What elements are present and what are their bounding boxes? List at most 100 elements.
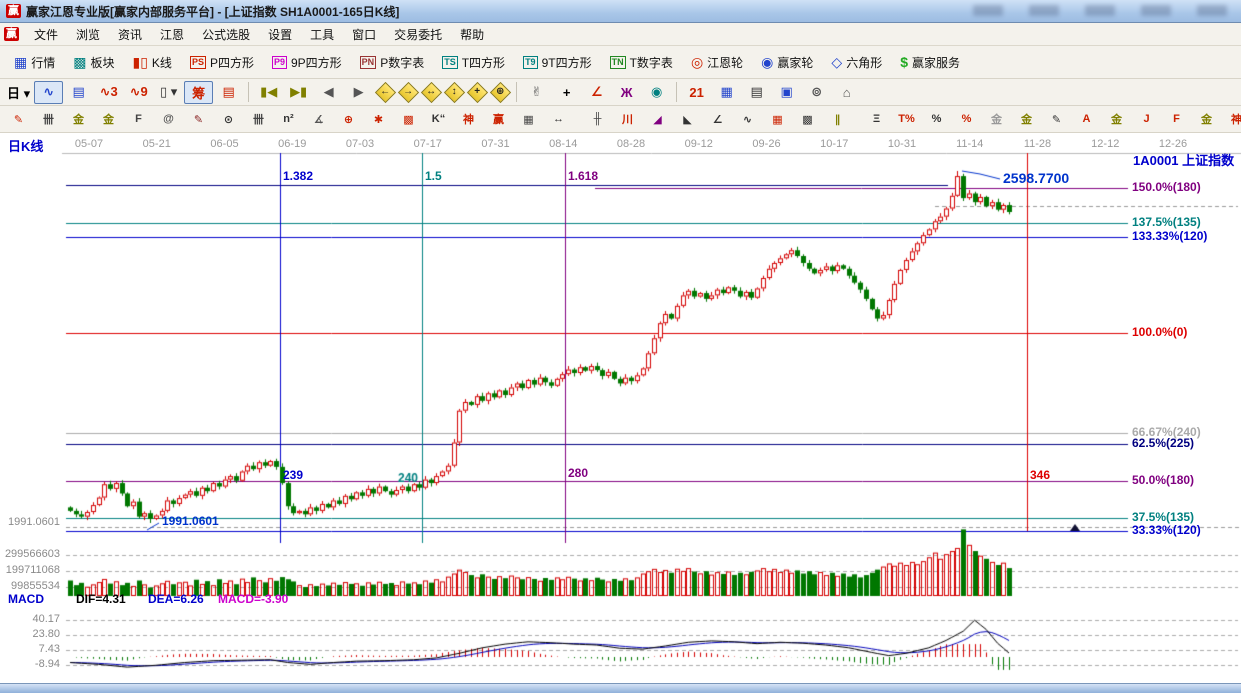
period-day-dropdown[interactable]: 日 ▾ [4, 81, 33, 104]
candle-pencil-tool[interactable]: ✎ [1042, 108, 1071, 131]
gold-angle-tool[interactable]: 金 [1192, 108, 1221, 131]
angle-measure-tool[interactable]: ∠ [582, 81, 611, 104]
t-percent-tool[interactable]: T% [892, 108, 921, 131]
fan-purple-tool[interactable]: ◢ [643, 108, 672, 131]
spiral-tool[interactable]: @ [154, 108, 183, 131]
grid-123-tool[interactable]: ▦ [514, 108, 543, 131]
menu-item-2[interactable]: 资讯 [109, 24, 151, 45]
volume-tick-0: 299566603 [0, 548, 60, 561]
span-arrow-tool[interactable]: ↔ [544, 108, 573, 131]
send-tool[interactable]: ⊚ [802, 81, 831, 104]
toolbar-item-winner-wheel[interactable]: ◉赢家轮 [753, 50, 821, 75]
calculator-tool[interactable]: ▦ [712, 81, 741, 104]
date-tick-09-26: 09-26 [752, 138, 780, 151]
zigzag-tool[interactable]: ∿ [34, 81, 63, 104]
menu-item-5[interactable]: 设置 [259, 24, 301, 45]
angle-lines-tool[interactable]: ∠ [703, 108, 732, 131]
comb2-tool[interactable]: 卌 [244, 108, 273, 131]
menu-item-3[interactable]: 江恩 [151, 24, 193, 45]
pencil-angle-tool[interactable]: ✎ [184, 108, 213, 131]
calendar-tool[interactable]: 21 [682, 81, 711, 104]
shen-grid-tool[interactable]: 神 [454, 108, 483, 131]
ladder-tool[interactable]: Ξ [862, 108, 891, 131]
pan-hand-tool[interactable]: ✌ [522, 81, 551, 104]
gann-level-label-33.33%(120): 33.33%(120) [1132, 524, 1201, 537]
smart-tool[interactable]: ◉ [642, 81, 671, 104]
toolbar-item-t-number-table[interactable]: TNT数字表 [602, 50, 681, 75]
toolbar-item-winner-service[interactable]: $赢家服务 [892, 50, 968, 75]
toolbar-item-sectors[interactable]: ▩板块 [65, 50, 122, 75]
grid-red-tool[interactable]: ▦ [763, 108, 792, 131]
ying-grid-tool[interactable]: 赢 [484, 108, 513, 131]
step-back[interactable]: ◀ [314, 81, 343, 104]
zoom-right-diamond[interactable]: → [397, 82, 419, 103]
chip-tool[interactable]: 筹 [184, 81, 213, 104]
toolbar-item-9t-square[interactable]: T99T四方形 [515, 50, 600, 75]
info-doc-tool[interactable]: ▤ [64, 81, 93, 104]
menu-item-7[interactable]: 窗口 [343, 24, 385, 45]
gold-circle-tool[interactable]: 金 [982, 108, 1011, 131]
menu-item-0[interactable]: 文件 [25, 24, 67, 45]
v-wave-tool[interactable]: ∿ [733, 108, 762, 131]
parallel-tool[interactable]: ∥ [823, 108, 852, 131]
k-quote-tool[interactable]: K“ [424, 108, 453, 131]
skip-to-end[interactable]: ▶▮ [284, 81, 313, 104]
menu-item-1[interactable]: 浏览 [67, 24, 109, 45]
gann-marker-tool[interactable]: Ж [612, 81, 641, 104]
fan-red-tool[interactable]: 川 [613, 108, 642, 131]
toolbar-item-kline[interactable]: ▮▯K线 [125, 50, 180, 75]
pencil-tool[interactable]: ✎ [4, 108, 33, 131]
notepad-tool[interactable]: ▤ [742, 81, 771, 104]
step-forward[interactable]: ▶ [344, 81, 373, 104]
zoom-left-diamond[interactable]: ← [374, 82, 396, 103]
percent-line-tool[interactable]: % [952, 108, 981, 131]
h-frame-tool[interactable]: ╫ [583, 108, 612, 131]
workstation-tool[interactable]: ⌂ [832, 81, 861, 104]
web-tool[interactable]: ✱ [364, 108, 393, 131]
wave-3-tool[interactable]: ∿3 [94, 81, 123, 104]
gold-line-tool[interactable]: 金 [1012, 108, 1041, 131]
grid-dark-tool[interactable]: ▩ [793, 108, 822, 131]
menu-item-6[interactable]: 工具 [301, 24, 343, 45]
toolbar-item-p-square[interactable]: PSP四方形 [182, 50, 262, 75]
toolbar-item-hexagon[interactable]: ◇六角形 [823, 50, 890, 75]
fan-dark-tool[interactable]: ◣ [673, 108, 702, 131]
crosshair-tool[interactable]: + [552, 81, 581, 104]
toolbar-separator [516, 82, 517, 102]
j-angle-tool[interactable]: J [1132, 108, 1161, 131]
target-cross-tool[interactable]: ⊕ [334, 108, 363, 131]
skip-to-start[interactable]: ▮◀ [254, 81, 283, 104]
f-grid-tool[interactable]: F [124, 108, 153, 131]
zoom-v-diamond[interactable]: ↕ [443, 82, 465, 103]
gold-grid2-tool[interactable]: 金 [94, 108, 123, 131]
ratio-label-1.5: 1.5 [425, 170, 442, 183]
compass-circle-tool[interactable]: ⊙ [214, 108, 243, 131]
comb-lines-tool[interactable]: 卌 [34, 108, 63, 131]
web-box-tool[interactable]: ▩ [394, 108, 423, 131]
save-tool[interactable]: ▣ [772, 81, 801, 104]
percent-tool[interactable]: % [922, 108, 951, 131]
wave-9-tool[interactable]: ∿9 [124, 81, 153, 104]
chart-area: 日K线1A0001 上证指数05-0705-2106-0506-1907-030… [0, 133, 1241, 683]
zoom-h-diamond[interactable]: ↔ [420, 82, 442, 103]
gold-grid-tool[interactable]: 金 [64, 108, 93, 131]
toolbar-item-p-number-table[interactable]: PNP数字表 [352, 50, 433, 75]
toolbar-item-quotes[interactable]: ▦行情 [6, 50, 63, 75]
zoom-in-diamond[interactable]: + [466, 82, 488, 103]
shen-angle-tool[interactable]: 神 [1222, 108, 1241, 131]
menu-item-4[interactable]: 公式选股 [193, 24, 259, 45]
menu-item-9[interactable]: 帮助 [451, 24, 493, 45]
gann-level-label-62.5%(225): 62.5%(225) [1132, 437, 1194, 450]
candle-style-dropdown[interactable]: ▯ ▾ [154, 81, 183, 104]
a-wave-tool[interactable]: A [1072, 108, 1101, 131]
f-angle-tool[interactable]: F [1162, 108, 1191, 131]
zoom-all-diamond[interactable]: ⊕ [489, 82, 511, 103]
histogram-tool[interactable]: ▤ [214, 81, 243, 104]
toolbar-item-9p-square[interactable]: P99P四方形 [264, 50, 350, 75]
menu-item-8[interactable]: 交易委托 [385, 24, 451, 45]
toolbar-item-gann-wheel[interactable]: ◎江恩轮 [683, 50, 751, 75]
angle-a-tool[interactable]: ∡ [304, 108, 333, 131]
n-squared-tool[interactable]: n² [274, 108, 303, 131]
gold-line2-tool[interactable]: 金 [1102, 108, 1131, 131]
toolbar-item-t-square[interactable]: TST四方形 [434, 50, 513, 75]
